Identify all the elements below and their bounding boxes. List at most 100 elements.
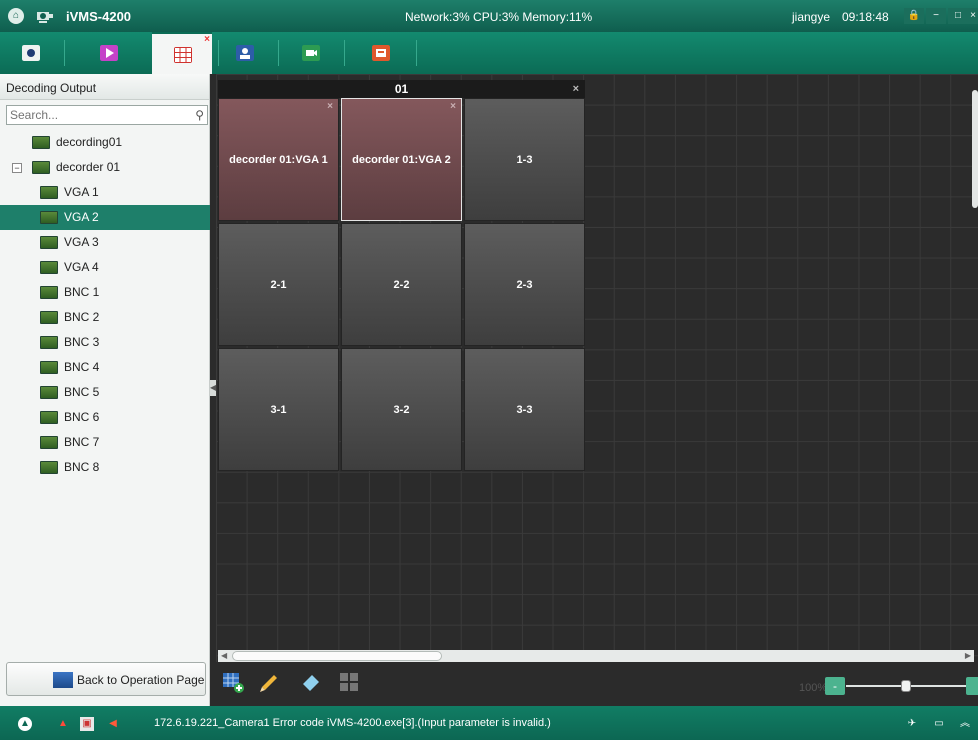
add-wall-icon[interactable] [222,671,244,693]
device-tree: decording01 − decorder 01 VGA 1 VGA 2 VGA 3 VG… [0,130,210,480]
decoder-device-icon [32,136,50,149]
video-wall-icon [174,47,192,63]
back-button-label: Back to Operation Page [77,673,205,687]
vertical-scrollbar[interactable] [972,90,978,208]
restore-icon[interactable]: ▭ [932,717,946,731]
zoom-in-button[interactable] [966,677,978,695]
playback-icon [100,45,118,61]
window-label: 3-1 [270,403,287,416]
close-wall-icon[interactable]: × [573,80,579,98]
tree-item[interactable]: BNC 7 [0,430,210,455]
tab-user[interactable] [214,32,274,74]
tree-item[interactable]: BNC 6 [0,405,210,430]
window-label: 2-2 [393,278,410,291]
window-label: 2-1 [270,278,287,291]
tree-item[interactable]: BNC 1 [0,280,210,305]
audio-icon[interactable]: ◀ [106,717,120,731]
expand-up-icon[interactable]: ︽ [958,717,972,731]
close-tab-icon[interactable]: × [204,34,210,45]
window-label: decorder 01:VGA 1 [229,153,328,166]
window-label: 3-2 [393,403,410,416]
edit-pencil-icon[interactable] [258,671,280,693]
record-icon[interactable]: ▣ [80,717,94,731]
status-message: 172.6.19.221_Camera1 Error code iVMS-420… [154,717,551,729]
tree-item[interactable]: BNC 2 [0,305,210,330]
zoom-out-button[interactable]: - [825,677,845,695]
tree-item-label: BNC 2 [64,310,100,324]
tab-playback[interactable] [78,32,138,74]
video-wall-canvas[interactable]: 01 × decorder 01:VGA 1 × decorder 01:VGA 2… [216,74,978,662]
tree-item-label: BNC 8 [64,460,100,474]
unbind-icon[interactable]: × [450,101,456,112]
output-channel-icon [40,461,58,474]
output-channel-icon [40,386,58,399]
tree-item[interactable]: VGA 2 [0,205,210,230]
search-box: ⚲ [6,105,208,125]
wall-window[interactable]: 3-3 [464,348,585,471]
tree-item[interactable]: VGA 4 [0,255,210,280]
window-label: decorder 01:VGA 2 [352,153,451,166]
maximize-button[interactable]: □ [948,8,968,24]
tree-item[interactable]: decording01 [0,130,210,155]
alarm-icon[interactable]: ▲ [18,717,32,731]
search-icon[interactable]: ⚲ [195,108,204,122]
tab-log[interactable] [350,32,410,74]
tab-device[interactable] [280,32,340,74]
scroll-right-icon[interactable]: ▶ [965,650,971,662]
unbind-icon[interactable]: × [327,101,333,112]
tree-item[interactable]: VGA 1 [0,180,210,205]
minimize-button[interactable]: − [926,8,946,24]
wall-window[interactable]: 2-3 [464,223,585,346]
tree-item-label: decorder 01 [56,160,121,174]
current-user: jiangye [792,10,831,24]
back-to-operation-button[interactable]: Back to Operation Page [6,662,206,696]
tree-item[interactable]: VGA 3 [0,230,210,255]
scroll-thumb[interactable] [232,651,442,661]
tree-item[interactable]: − decorder 01 [0,155,210,180]
wall-title-bar: 01 × [218,80,585,98]
wall-window[interactable]: decorder 01:VGA 2 × [341,98,462,221]
tree-item-label: BNC 1 [64,285,100,299]
wall-window[interactable]: 1-3 [464,98,585,221]
tree-item[interactable]: BNC 3 [0,330,210,355]
collapse-toggle-icon[interactable]: − [12,163,22,173]
wall-window[interactable]: 3-2 [341,348,462,471]
tree-item[interactable]: BNC 8 [0,455,210,480]
log-icon [372,45,390,61]
window-label: 1-3 [516,153,533,166]
tab-main-view[interactable] [0,32,60,74]
tree-item-label: BNC 3 [64,335,100,349]
alert-camera-icon[interactable]: ▲ [56,717,70,731]
output-channel-icon [40,336,58,349]
main-view-icon [22,45,40,61]
tree-item-label: VGA 4 [64,260,99,274]
wall-window[interactable]: 3-1 [218,348,339,471]
title-bar: ⌂ iVMS-4200 Network:3% CPU:3% Memory:11%… [0,0,978,32]
tree-item-label: BNC 5 [64,385,100,399]
module-toolbar: × [0,32,978,74]
system-stats: Network:3% CPU:3% Memory:11% [405,10,593,24]
wall-window[interactable]: decorder 01:VGA 1 × [218,98,339,221]
tree-item[interactable]: BNC 4 [0,355,210,380]
close-button[interactable]: × [968,8,978,24]
decoder-device-icon [32,161,50,174]
zoom-slider-handle[interactable] [901,680,911,692]
horizontal-scrollbar[interactable]: ◀ ▶ [218,650,974,662]
pin-icon[interactable]: ✈ [905,717,919,731]
wall-window[interactable]: 2-1 [218,223,339,346]
eraser-icon[interactable] [300,671,322,693]
person-icon [236,45,254,61]
tree-item-label: decording01 [56,135,123,149]
lock-icon[interactable]: 🔒 [904,8,924,24]
scroll-left-icon[interactable]: ◀ [221,650,227,662]
output-channel-icon [40,286,58,299]
tab-video-wall[interactable]: × [152,32,212,74]
tree-item-label: BNC 7 [64,435,100,449]
search-input[interactable] [7,106,183,124]
split-screen-icon[interactable] [338,671,360,693]
wall-window[interactable]: 2-2 [341,223,462,346]
panel-title: Decoding Output [0,74,209,100]
output-channel-icon [40,236,58,249]
home-icon[interactable]: ⌂ [8,8,24,24]
tree-item[interactable]: BNC 5 [0,380,210,405]
